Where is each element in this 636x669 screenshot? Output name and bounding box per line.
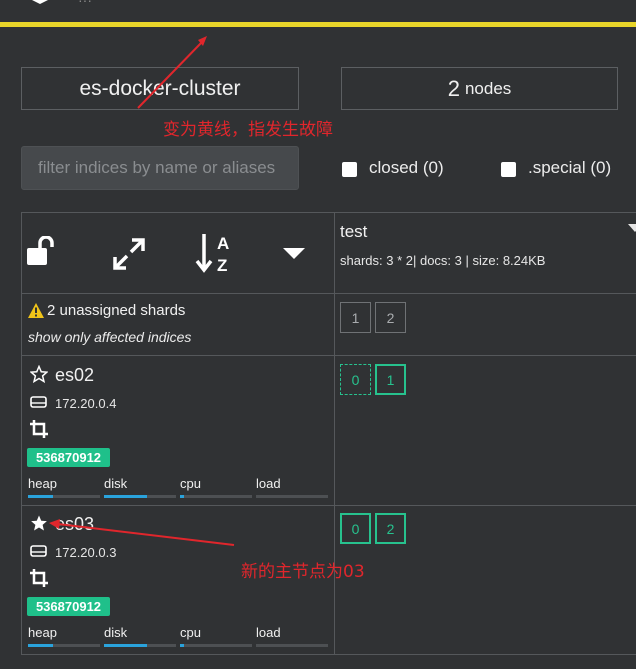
node-ip: 172.20.0.3	[55, 545, 117, 560]
shard-started[interactable]: 0	[340, 513, 371, 544]
show-affected-indices-link[interactable]: show only affected indices	[28, 329, 191, 345]
metric-disk-bar	[104, 495, 176, 498]
special-checkbox-label: .special (0)	[528, 158, 612, 177]
metric-disk-label: disk	[104, 625, 128, 640]
sort-top-letter: A	[217, 234, 229, 253]
star-filled-icon[interactable]	[30, 514, 48, 532]
metric-cpu-fill	[180, 495, 185, 498]
index-menu-caret-icon[interactable]	[628, 224, 636, 232]
grid-line	[21, 212, 22, 655]
metric-load-bar	[256, 495, 328, 498]
unassigned-shards-label: 2 unassigned shards	[28, 302, 185, 319]
metric-heap-label: heap	[28, 476, 57, 491]
filter-indices-input[interactable]: filter indices by name or aliases	[21, 146, 299, 190]
elasticsearch-hq-logo-icon[interactable]	[20, 0, 60, 12]
index-name[interactable]: test	[340, 222, 367, 242]
grid-line	[21, 654, 636, 655]
special-checkbox-box[interactable]	[501, 161, 516, 177]
annotation-yellow-line-text: 变为黄线，指发生故障	[163, 120, 333, 140]
expand-icon[interactable]	[112, 237, 146, 271]
cluster-status-bar	[0, 22, 636, 27]
metric-heap-bar	[28, 495, 100, 498]
node-id-badge: 536870912	[27, 597, 110, 616]
grid-line	[21, 212, 636, 213]
cluster-name: es-docker-cluster	[21, 67, 299, 110]
shard-started[interactable]: 2	[375, 513, 406, 544]
metric-disk-bar	[104, 644, 176, 647]
node-name[interactable]: es02	[55, 365, 94, 386]
metric-cpu-fill	[180, 644, 185, 647]
unassigned-shard[interactable]: 1	[340, 302, 371, 333]
metric-heap-fill	[28, 495, 54, 498]
grid-line	[21, 505, 636, 506]
annotation-arrowhead	[198, 36, 207, 46]
node-ip: 172.20.0.4	[55, 396, 117, 411]
sort-alpha-down-icon[interactable]: A Z	[195, 232, 235, 274]
unassigned-shard[interactable]: 2	[375, 302, 406, 333]
grid-line	[21, 293, 636, 294]
metric-disk-fill	[104, 644, 148, 647]
metric-disk-label: disk	[104, 476, 128, 491]
special-checkbox[interactable]: .special (0)	[501, 158, 611, 178]
metric-load-label: load	[256, 476, 281, 491]
metric-heap-label: heap	[28, 625, 57, 640]
closed-checkbox-box[interactable]	[342, 161, 357, 177]
crop-icon	[30, 420, 48, 438]
node-count-value: 2	[447, 75, 460, 101]
metric-load-bar	[256, 644, 328, 647]
node-name[interactable]: es03	[55, 514, 94, 535]
metric-load-label: load	[256, 625, 281, 640]
unassigned-shards-text: 2 unassigned shards	[47, 302, 186, 319]
caret-down-icon[interactable]	[283, 248, 305, 259]
sort-bottom-letter: Z	[217, 256, 227, 274]
metric-cpu-bar	[180, 495, 252, 498]
annotation-new-master-text: 新的主节点为03	[241, 562, 365, 582]
star-outline-icon[interactable]	[30, 365, 48, 383]
metric-cpu-bar	[180, 644, 252, 647]
metric-cpu-label: cpu	[180, 625, 201, 640]
closed-checkbox[interactable]: closed (0)	[342, 158, 444, 178]
crop-icon	[30, 569, 48, 587]
shard-replica-initializing[interactable]: 0	[340, 364, 371, 395]
node-id-badge: 536870912	[27, 448, 110, 467]
hdd-icon	[30, 545, 47, 557]
grid-line	[334, 212, 335, 655]
index-meta: shards: 3 * 2| docs: 3 | size: 8.24KB	[340, 253, 546, 268]
node-count: 2 nodes	[341, 67, 618, 110]
metric-disk-fill	[104, 495, 148, 498]
hdd-icon	[30, 396, 47, 408]
metric-cpu-label: cpu	[180, 476, 201, 491]
shard-started[interactable]: 1	[375, 364, 406, 395]
closed-checkbox-label: closed (0)	[369, 158, 444, 177]
warning-icon	[28, 303, 44, 318]
node-count-label: nodes	[464, 78, 512, 98]
metric-heap-bar	[28, 644, 100, 647]
menu-dots-icon[interactable]: ···	[78, 0, 92, 8]
unlock-icon[interactable]	[26, 236, 62, 268]
metric-heap-fill	[28, 644, 54, 647]
grid-line	[21, 355, 636, 356]
